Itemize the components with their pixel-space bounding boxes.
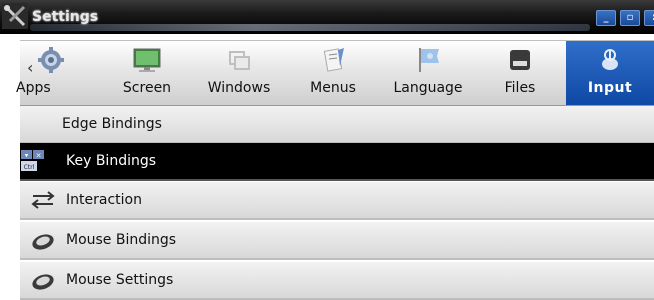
tab-files[interactable]: Files bbox=[482, 41, 558, 105]
tab-label: Screen bbox=[122, 80, 172, 96]
tab-label: Files bbox=[504, 80, 536, 96]
maximize-button[interactable]: ▫ bbox=[620, 10, 640, 26]
list-item-label: Mouse Bindings bbox=[66, 232, 177, 248]
category-toolbar: Apps Screen Windows Menus Language Files… bbox=[16, 40, 654, 106]
minimize-icon: _ bbox=[603, 12, 609, 23]
list-item-mouse-settings[interactable]: Mouse Settings bbox=[20, 262, 654, 300]
list-item-label: Mouse Settings bbox=[66, 272, 174, 288]
close-button[interactable]: : bbox=[644, 10, 654, 26]
tab-windows[interactable]: Windows bbox=[196, 41, 282, 105]
list-item-edge-bindings[interactable]: Edge Bindings bbox=[20, 106, 654, 144]
monitor-icon bbox=[133, 48, 161, 72]
close-icon: : bbox=[645, 11, 654, 25]
mouse-icon bbox=[32, 274, 54, 290]
tab-label: Language bbox=[393, 80, 463, 96]
window-title: Settings bbox=[32, 9, 99, 25]
mouse-icon bbox=[32, 234, 54, 250]
gear-icon bbox=[38, 47, 64, 73]
title-bar[interactable]: Settings _ ▫ : bbox=[0, 0, 654, 34]
maximize-icon: ▫ bbox=[626, 12, 634, 23]
tab-input[interactable]: Input bbox=[566, 41, 654, 105]
list-item-label: Key Bindings bbox=[66, 153, 157, 169]
settings-window: Settings _ ▫ : Apps bbox=[0, 0, 654, 300]
arrows-swap-icon bbox=[31, 191, 55, 209]
drive-icon bbox=[510, 50, 530, 70]
list-item-label: Interaction bbox=[66, 192, 142, 208]
tab-label: Apps bbox=[16, 80, 51, 96]
svg-text:×: × bbox=[36, 152, 42, 160]
tab-label: Input bbox=[587, 80, 633, 96]
scroll-left-icon[interactable]: ‹ bbox=[27, 58, 33, 77]
list-item-label: Edge Bindings bbox=[62, 116, 162, 132]
list-item-interaction[interactable]: Interaction bbox=[20, 182, 654, 220]
tab-language[interactable]: Language bbox=[382, 41, 474, 105]
keyboard-keys-icon: ▾ × Ctrl bbox=[21, 150, 44, 171]
svg-text:▾: ▾ bbox=[25, 152, 29, 160]
tab-label: Menus bbox=[310, 80, 356, 96]
tab-menus[interactable]: Menus bbox=[290, 41, 376, 105]
tools-icon bbox=[2, 3, 28, 29]
minimize-button[interactable]: _ bbox=[596, 10, 616, 26]
title-glow bbox=[30, 24, 590, 31]
flag-icon bbox=[419, 48, 439, 72]
list-item-key-bindings[interactable]: ▾ × Ctrl Key Bindings bbox=[20, 143, 654, 181]
svg-text:Ctrl: Ctrl bbox=[24, 164, 35, 171]
input-icon bbox=[602, 49, 618, 70]
list-item-mouse-bindings[interactable]: Mouse Bindings bbox=[20, 222, 654, 260]
tab-label: Windows bbox=[207, 80, 271, 96]
windows-icon bbox=[229, 51, 250, 70]
tab-screen[interactable]: Screen bbox=[104, 41, 190, 105]
menus-icon bbox=[323, 48, 344, 72]
